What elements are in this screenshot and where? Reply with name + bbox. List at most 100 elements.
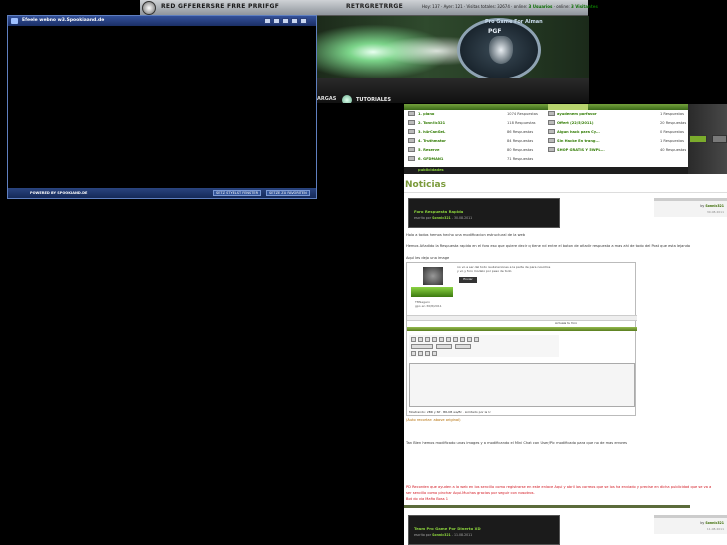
recent-topic-title[interactable]: Algun hack para Cy... (557, 130, 600, 134)
code-icon[interactable] (418, 351, 423, 356)
nav-item-tutoriales[interactable]: TUTORIALES (356, 97, 391, 103)
chat-icon (11, 18, 18, 24)
meta-prefix: escrito por (414, 533, 432, 537)
sidebox-author-link[interactable]: Sonnic321 (705, 204, 724, 208)
publicidades-link[interactable]: publicidades (418, 168, 444, 172)
site-name[interactable]: RED GFFERERSRE FRRE PRRIFGF (161, 3, 279, 10)
sidebox-by: by (700, 204, 705, 208)
bold-icon[interactable] (411, 337, 416, 342)
color-select[interactable] (455, 344, 471, 349)
size-select[interactable] (436, 344, 452, 349)
topic-icon (548, 138, 555, 143)
top-poster-count: 84 Respuestas (507, 139, 534, 143)
user-icon (408, 120, 415, 125)
news-post-title[interactable]: Foro Respuesta Rapida (414, 209, 463, 214)
shot-search[interactable]: Actuala tu foro (555, 321, 577, 325)
top-poster-count: 118 Respuestas (507, 121, 536, 125)
sidebox-author-link[interactable]: Sonnic321 (705, 521, 724, 525)
top-poster-name[interactable]: 6. GFDMAN1 (418, 157, 443, 161)
chat-powered-by[interactable]: POWERED BY SPOOKIAND.DE (30, 191, 87, 195)
chat-help-button[interactable] (273, 18, 280, 24)
top-poster-name[interactable]: 2. Tonn!ic321 (418, 121, 445, 125)
chat-close-button[interactable] (300, 18, 307, 24)
chat-title: Efeele webno w3.Spookiaand.de (22, 18, 105, 23)
rank-badge (411, 287, 453, 297)
stats-mid: · online: (553, 4, 570, 9)
underline-icon[interactable] (425, 337, 430, 342)
top-poster-name[interactable]: 5. Reserve (418, 148, 439, 152)
post-author-link[interactable]: Sonnic321 (432, 533, 451, 537)
stats-users-online[interactable]: 3 Usuarios (529, 4, 553, 9)
chat-settings-button[interactable] (282, 18, 289, 24)
user-icon (408, 138, 415, 143)
forum-stats-panel: 1. piano 1074 Respuestas ayudenem porfav… (404, 104, 688, 174)
shot-user-info: TMSegero gpo en 30/8/2011 (415, 300, 442, 308)
quote-icon[interactable] (474, 337, 479, 342)
top-poster-name[interactable]: 4. Truthmator (418, 139, 446, 143)
post-date: - 11.08.2011 (451, 533, 473, 537)
chat-style-button[interactable]: SETZ STYELST FENSTER (213, 190, 262, 196)
recent-topic-title[interactable]: Sin Hacke En trang... (557, 139, 600, 143)
top-poster-count: 86 Respuestas (507, 130, 534, 134)
news-paragraph: Aquí les dejo una image (406, 256, 450, 260)
sidebox-date: 11.08.2011 (706, 527, 724, 531)
shot-reply-header (407, 327, 637, 331)
shot-reply-textarea[interactable] (409, 363, 635, 407)
news-paragraph: Tan Bien hemos modificado unas images y … (406, 441, 628, 445)
news-post-header: Team Pro Game Por Dinerto XD escrito por… (408, 515, 560, 545)
italic-icon[interactable] (418, 337, 423, 342)
avatar (423, 267, 443, 285)
news-paragraph: PD Recorden que ayuden a la web en los s… (406, 485, 712, 489)
top-poster-count: 71 Respuestas (507, 157, 534, 161)
post-sidebox: by Sonnic321 30.08.2011 (654, 198, 727, 217)
post-date: - 30.08.2011 (451, 216, 473, 220)
news-post-title[interactable]: Team Pro Game Por Dinerto XD (414, 526, 481, 531)
nav-item-descargas[interactable]: ARGAS (317, 96, 336, 102)
shot-send-button[interactable]: Enviar (459, 277, 477, 283)
news-post-meta: escrito por Sonnic321 - 30.08.2011 (414, 216, 472, 220)
chat-refresh-button[interactable] (291, 18, 298, 24)
align-left-icon[interactable] (439, 337, 444, 342)
visitor-stats: Hoy: 137 · Ayer: 121 · Visitas totales: … (422, 4, 598, 9)
news-caption: (Auto recortar: above original) (406, 418, 461, 422)
chat-minimize-button[interactable] (264, 18, 271, 24)
chat-header: Efeele webno w3.Spookiaand.de (8, 16, 316, 26)
list-item: 6. GFDMAN1 71 Respuestas (404, 155, 688, 163)
list-icon[interactable] (411, 351, 416, 356)
side-button-green[interactable] (689, 135, 707, 143)
site-logo-icon[interactable] (142, 1, 156, 15)
strike-icon[interactable] (432, 337, 437, 342)
top-poster-name[interactable]: 1. piano (418, 112, 434, 116)
align-center-icon[interactable] (446, 337, 451, 342)
user-icon (408, 156, 415, 161)
divider (404, 192, 727, 193)
recent-topic-title[interactable]: ayudenem porfavor (557, 112, 597, 116)
list-item: 5. Reserve 80 Respuestas SHOP GRATIS Y 5… (404, 146, 688, 154)
top-link[interactable]: RETRGRETRRGE (346, 3, 403, 10)
list-item: 3. h4rCanGeL 86 Respuestas Algun hack pa… (404, 128, 688, 136)
post-sidebox: by Sonnic321 11.08.2011 (654, 515, 727, 534)
stats-guests-online[interactable]: 3 Visitantes (571, 4, 598, 9)
recent-topic-title[interactable]: Offert (22/5/2011) (557, 121, 594, 125)
shot-message-line: y vo y foro modelo por peso de todo (457, 269, 512, 273)
emblem-caption: Pro Game For Alman (485, 19, 543, 25)
shot-status: Mostrando: 2BR y 6P · BR-KB wa/Br · Limi… (409, 410, 491, 414)
side-button-gray[interactable] (712, 135, 727, 143)
embedded-screenshot: TMSegero gpo en 30/8/2011 no vo a ser de… (406, 262, 637, 416)
shot-message: no vo a ser del todo reubicaciones a la … (457, 265, 550, 273)
news-paragraph: Hemos Añadido la Respuesta rapida en el … (406, 244, 691, 248)
font-select[interactable] (411, 344, 433, 349)
recent-topic-title[interactable]: SHOP GRATIS Y 5WPL... (557, 148, 605, 152)
shot-user-line: gpo en 30/8/2011 (415, 304, 442, 308)
top-poster-name[interactable]: 3. h4rCanGeL (418, 130, 445, 134)
link-icon[interactable] (467, 337, 472, 342)
smiley-icon[interactable] (425, 351, 430, 356)
table-icon[interactable] (432, 351, 437, 356)
image-icon[interactable] (460, 337, 465, 342)
post-author-link[interactable]: Sonnic321 (432, 216, 451, 220)
news-paragraph[interactable]: ser sencillo como pinchar Aqui.Muchas gr… (406, 491, 535, 495)
chat-favorites-button[interactable]: SETZE ZU FAVORITEN (266, 190, 310, 196)
align-right-icon[interactable] (453, 337, 458, 342)
recent-topic-replies: 0 Respuestas (660, 130, 684, 134)
topic-icon (548, 147, 555, 152)
